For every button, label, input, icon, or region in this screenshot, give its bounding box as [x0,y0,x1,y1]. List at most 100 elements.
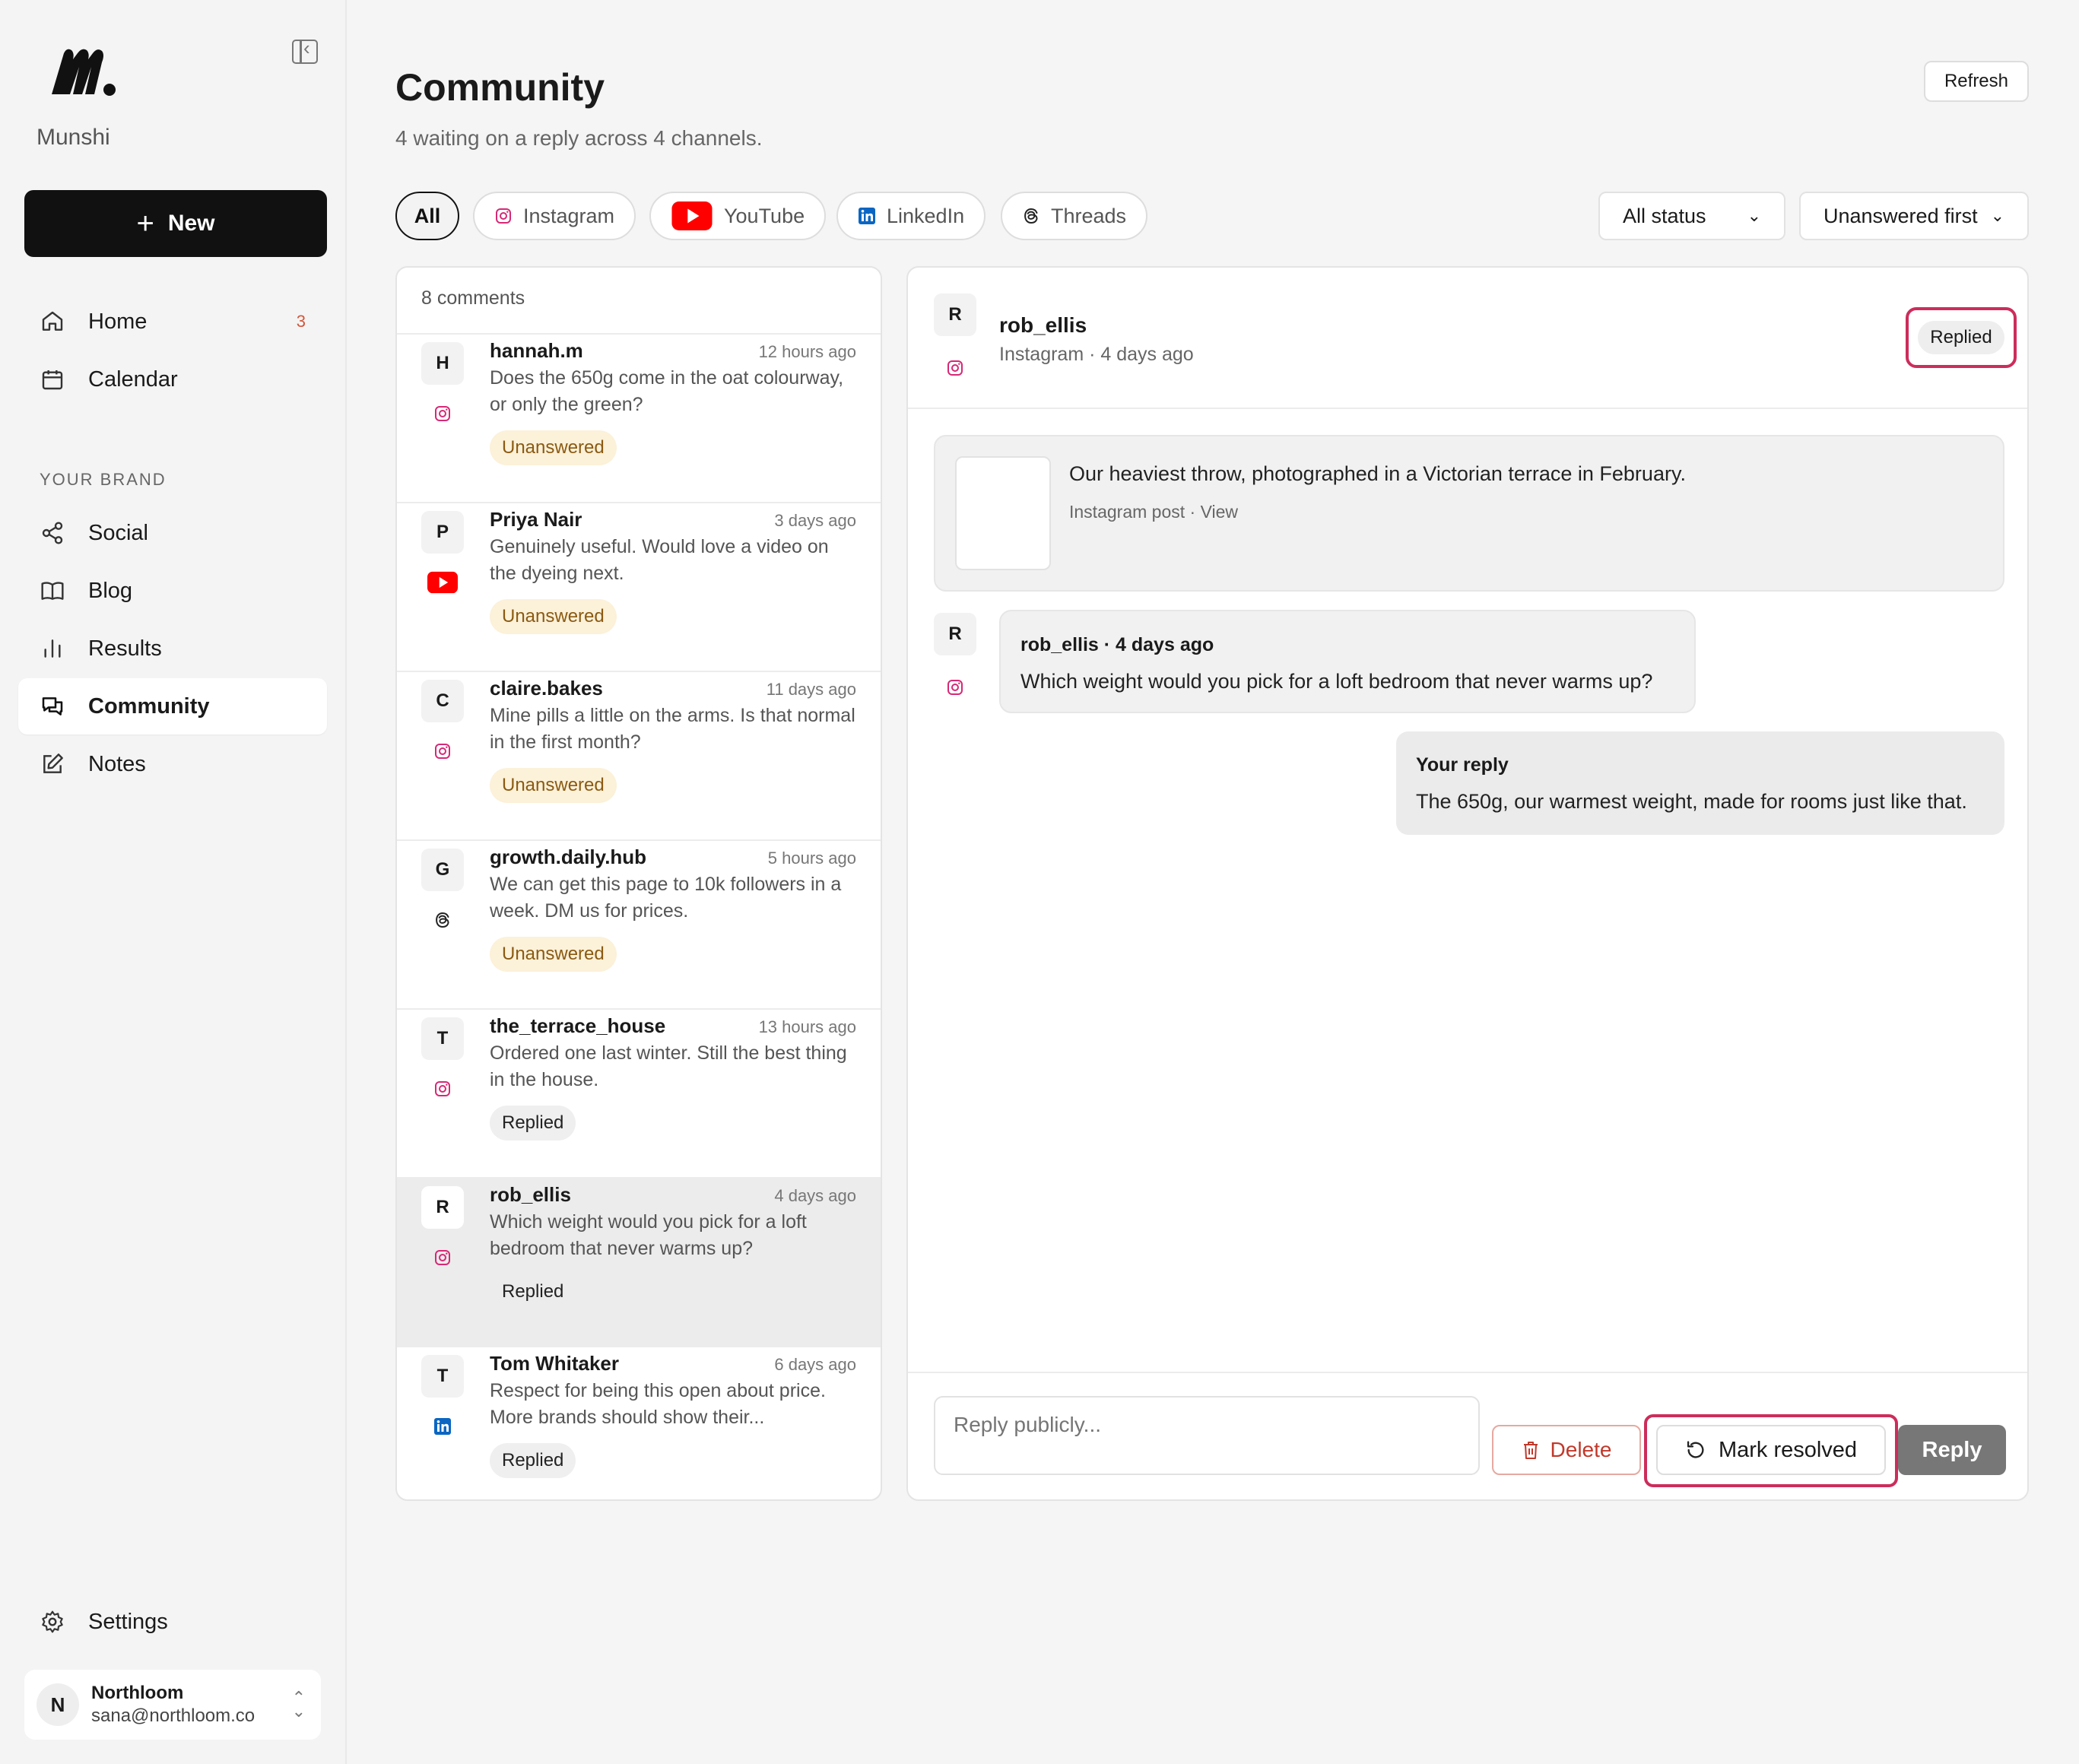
account-name: Northloom [91,1683,184,1703]
status-badge: Unanswered [490,768,617,803]
post-thumbnail [955,456,1051,570]
avatar: H [421,342,464,385]
post-meta-link[interactable]: Instagram post · View [1069,502,1238,522]
sidebar-item-home[interactable]: Home 3 [18,293,327,350]
list-item[interactable]: H hannah.m 12 hours ago Does the 650g co… [397,335,881,503]
sidebar: Munshi + New Home 3 Calendar YOUR BRAND … [0,0,347,1764]
sidebar-item-label: Settings [88,1609,168,1634]
status-badge: Replied [1918,321,2004,354]
detail-commenter-name: rob_ellis [999,313,1087,337]
comment-time: 5 hours ago [767,849,856,868]
comment-text: Genuinely useful. Would love a video on … [490,536,829,584]
commenter-name: rob_ellis [490,1183,571,1206]
reply-input[interactable] [934,1396,1480,1475]
edit-note-icon [40,751,65,777]
chip-label: Instagram [523,204,615,227]
filter-chip-linkedin[interactable]: LinkedIn [836,192,986,240]
reply-button[interactable]: Reply [1898,1425,2006,1475]
account-switcher[interactable]: N Northloom sana@northloom.co ⌃ ⌄ [24,1670,321,1740]
sidebar-item-notes[interactable]: Notes [18,736,327,792]
sidebar-item-results[interactable]: Results [18,620,327,677]
filter-chip-instagram[interactable]: Instagram [473,192,636,240]
commenter-name: growth.daily.hub [490,846,647,868]
chip-label: LinkedIn [887,204,965,227]
comment-text: Which weight would you pick for a loft b… [490,1211,807,1259]
sidebar-item-blog[interactable]: Blog [18,563,327,619]
post-preview-card[interactable]: Our heaviest throw, photographed in a Vi… [934,435,2004,592]
avatar: R [934,613,976,655]
comment-text: Ordered one last winter. Still the best … [490,1042,847,1090]
calendar-icon [40,366,65,392]
avatar: T [421,1355,464,1398]
home-count-badge: 3 [296,312,306,331]
comment-text: Does the 650g come in the oat colourway,… [490,367,844,415]
instagram-icon [427,1242,458,1273]
avatar: P [421,511,464,554]
chip-label: All [414,204,441,227]
chat-bubbles-icon [40,693,65,719]
refresh-button[interactable]: Refresh [1924,61,2029,102]
reply-text: The 650g, our warmest weight, made for r… [1416,790,1967,813]
reply-bubble: Your reply The 650g, our warmest weight,… [1396,731,2004,835]
status-filter-select[interactable]: All status ⌄ [1598,192,1785,240]
new-button-label: New [167,211,215,236]
status-highlight: Replied [1906,307,2017,368]
comment-bubble: rob_ellis · 4 days ago Which weight woul… [999,610,1696,713]
share-icon [40,520,65,546]
mark-resolved-button[interactable]: Mark resolved [1656,1425,1886,1475]
commenter-name: Priya Nair [490,508,582,531]
filter-chip-threads[interactable]: Threads [1001,192,1148,240]
list-item[interactable]: C claire.bakes 11 days ago Mine pills a … [397,672,881,841]
status-filter-value: All status [1623,204,1706,227]
filter-chip-all[interactable]: All [395,192,459,240]
delete-label: Delete [1550,1438,1612,1461]
linkedin-icon [858,207,876,225]
list-item[interactable]: T Tom Whitaker 6 days ago Respect for be… [397,1347,881,1499]
sidebar-item-calendar[interactable]: Calendar [18,351,327,408]
comment-text: Mine pills a little on the arms. Is that… [490,705,855,753]
avatar: C [421,680,464,722]
sidebar-item-settings[interactable]: Settings [18,1594,327,1650]
comment-list: 8 comments H hannah.m 12 hours ago Does … [395,266,882,1501]
status-badge: Unanswered [490,430,617,465]
sort-select[interactable]: Unanswered first ⌄ [1799,192,2029,240]
divider [908,1372,2027,1373]
chevron-up-down-icon: ⌃ ⌄ [291,1688,306,1721]
comment-text: Which weight would you pick for a loft b… [1020,670,1653,693]
collapse-sidebar-icon[interactable] [292,36,318,64]
avatar: G [421,849,464,891]
section-label-your-brand: YOUR BRAND [40,470,167,489]
status-badge: Replied [502,1281,564,1302]
commenter-name: Tom Whitaker [490,1352,619,1375]
sidebar-item-community[interactable]: Community [18,678,327,734]
comment-time: 12 hours ago [758,342,856,361]
sidebar-item-label: Home [88,309,148,334]
comment-text: Respect for being this open about price.… [490,1380,826,1428]
home-icon [40,309,65,335]
comment-time: 3 days ago [774,511,856,530]
sidebar-item-social[interactable]: Social [18,505,327,561]
commenter-name: hannah.m [490,339,583,362]
trash-icon [1523,1442,1538,1459]
gear-icon [40,1609,65,1635]
chip-label: YouTube [724,204,805,227]
page-subtitle: 4 waiting on a reply across 4 channels. [395,126,763,150]
mark-resolved-label: Mark resolved [1718,1437,1858,1462]
instagram-icon [427,736,458,766]
list-item[interactable]: P Priya Nair 3 days ago Genuinely useful… [397,503,881,672]
youtube-icon [427,567,458,598]
munshi-logo [52,49,116,96]
status-badge: Unanswered [490,599,617,634]
comment-time: 13 hours ago [758,1017,856,1036]
delete-button[interactable]: Delete [1492,1425,1641,1475]
list-item[interactable]: T the_terrace_house 13 hours ago Ordered… [397,1010,881,1179]
threads-icon [427,905,458,935]
detail-header: R rob_ellis Instagram · 4 days ago Repli… [908,268,2027,409]
status-badge: Unanswered [490,937,617,972]
new-button[interactable]: + New [24,190,327,257]
book-icon [40,578,65,604]
list-item[interactable]: G growth.daily.hub 5 hours ago We can ge… [397,841,881,1010]
list-item-selected[interactable]: R rob_ellis 4 days ago Which weight woul… [397,1179,881,1347]
filter-chip-youtube[interactable]: YouTube [649,192,827,240]
youtube-icon [671,201,713,230]
